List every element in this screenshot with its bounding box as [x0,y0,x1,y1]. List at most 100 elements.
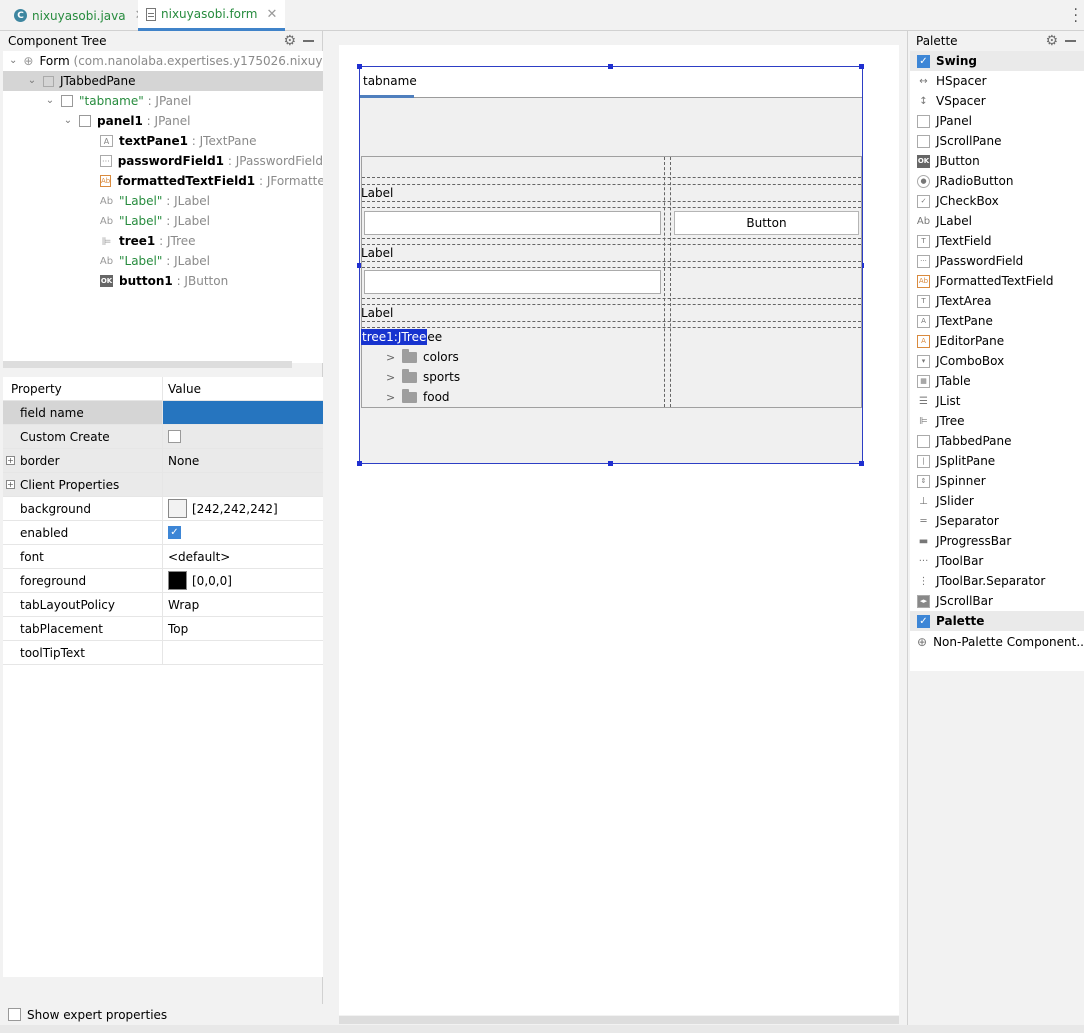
palette-item-jformattedtextfield[interactable]: Ab JFormattedTextField [910,271,1084,291]
show-expert-checkbox[interactable] [8,1008,21,1021]
tree-node-colors[interactable]: > colors [386,348,459,364]
show-expert-toggle[interactable]: Show expert properties [3,1004,323,1025]
chevron-down-icon[interactable]: ⌄ [45,96,55,106]
checkbox-checked-icon[interactable]: ✓ [917,614,930,628]
chevron-right-icon[interactable]: > [386,391,396,404]
property-row-tab-placement[interactable]: tabPlacement Top [3,617,323,641]
palette-item-jpasswordfield[interactable]: ··· JPasswordField [910,251,1084,271]
tree-node-sports[interactable]: > sports [386,368,460,384]
palette-item-jradiobutton[interactable]: ● JRadioButton [910,171,1084,191]
tree-selected-label[interactable]: tree1:JTree [361,329,428,345]
tree-row-label[interactable]: Ab "Label" : JLabel [3,251,323,271]
tree-row-formattedfield[interactable]: Ab formattedTextField1 : JFormattedTex [3,171,323,191]
resize-handle[interactable] [859,461,864,466]
custom-create-checkbox[interactable] [168,430,181,443]
minimize-icon[interactable] [1065,40,1076,42]
gear-icon[interactable]: ⚙ [1045,33,1058,49]
palette-item-jsplitpane[interactable]: | JSplitPane [910,451,1084,471]
field-name-input[interactable] [163,401,323,424]
resize-handle[interactable] [608,64,613,69]
chevron-down-icon[interactable]: ⌄ [27,76,37,86]
palette-item-jtoolbar[interactable]: ··· JToolBar [910,551,1084,571]
expand-icon[interactable]: + [6,456,15,465]
property-value[interactable]: Top [163,617,323,640]
palette-group-swing[interactable]: ✓ Swing [910,51,1084,71]
property-row-field-name[interactable]: field name [3,401,323,425]
palette-group-palette[interactable]: ✓ Palette [910,611,1084,631]
minimize-icon[interactable] [303,40,314,42]
palette-item-jbutton[interactable]: OK JButton [910,151,1084,171]
horizontal-scrollbar[interactable] [3,361,292,368]
property-value[interactable] [163,473,323,496]
palette-item-jtextpane[interactable]: A JTextPane [910,311,1084,331]
resize-handle[interactable] [357,64,362,69]
tree-row-tabbedpane[interactable]: ⌄ JTabbedPane [3,71,323,91]
tree-row-textpane[interactable]: A textPane1 : JTextPane [3,131,323,151]
property-row-background[interactable]: background [242,242,242] [3,497,323,521]
palette-item-vspacer[interactable]: ↕ VSpacer [910,91,1084,111]
enabled-checkbox[interactable]: ✓ [168,526,181,539]
palette-item-jslider[interactable]: ⊥ JSlider [910,491,1084,511]
resize-handle[interactable] [608,461,613,466]
property-row-client-properties[interactable]: + Client Properties [3,473,323,497]
tree-node-food[interactable]: > food [386,388,450,404]
color-swatch[interactable] [168,571,187,590]
palette-item-jscrollpane[interactable]: JScrollPane [910,131,1084,151]
palette-item-jeditorpane[interactable]: A JEditorPane [910,331,1084,351]
property-row-enabled[interactable]: enabled ✓ [3,521,323,545]
form-label[interactable]: Label [361,306,393,320]
tree-row-tree[interactable]: ⊫ tree1 : JTree [3,231,323,251]
chevron-down-icon[interactable]: ⌄ [63,116,73,126]
tree-row-form[interactable]: ⌄ ⊕ Form (com.nanolaba.expertises.y17502… [3,51,323,71]
palette-item-jseparator[interactable]: ═ JSeparator [910,511,1084,531]
chevron-right-icon[interactable]: > [386,351,396,364]
property-row-tab-layout-policy[interactable]: tabLayoutPolicy Wrap [3,593,323,617]
palette-item-hspacer[interactable]: ↔ HSpacer [910,71,1084,91]
property-row-tooltip-text[interactable]: toolTipText [3,641,323,665]
tree-row-tab[interactable]: ⌄ "tabname" : JPanel [3,91,323,111]
palette-item-jpanel[interactable]: JPanel [910,111,1084,131]
resize-handle[interactable] [357,461,362,466]
property-row-font[interactable]: font <default> [3,545,323,569]
palette-item-jtable[interactable]: ▦ JTable [910,371,1084,391]
chevron-right-icon[interactable]: > [386,371,396,384]
expand-icon[interactable]: + [6,480,15,489]
form-label[interactable]: Label [361,246,393,260]
palette-item-jtabbedpane[interactable]: JTabbedPane [910,431,1084,451]
resize-handle[interactable] [859,64,864,69]
button-preview[interactable]: Button [674,211,859,235]
chevron-down-icon[interactable]: ⌄ [9,56,17,66]
palette-item-jlist[interactable]: ☰ JList [910,391,1084,411]
tab-form-file[interactable]: nixuyasobi.form ✕ [138,0,286,31]
property-row-foreground[interactable]: foreground [0,0,0] [3,569,323,593]
form-label[interactable]: Label [361,186,393,200]
palette-item-jspinner[interactable]: ⇕ JSpinner [910,471,1084,491]
tree-row-passwordfield[interactable]: ··· passwordField1 : JPasswordField [3,151,323,171]
property-value[interactable] [163,641,323,664]
palette-item-jprogressbar[interactable]: ▬ JProgressBar [910,531,1084,551]
property-value[interactable]: Wrap [163,593,323,616]
tree-preview-title[interactable]: tree1:JTree ee [361,329,442,345]
palette-item-non-palette[interactable]: ⊕ Non-Palette Component... [910,632,1084,652]
text-field-preview[interactable] [364,270,661,294]
tab-tabname[interactable]: tabname [360,67,417,98]
tree-row-label[interactable]: Ab "Label" : JLabel [3,191,323,211]
checkbox-checked-icon[interactable]: ✓ [917,54,930,68]
tree-row-button[interactable]: OK button1 : JButton [3,271,323,291]
text-field-preview[interactable] [364,211,661,235]
palette-item-jlabel[interactable]: Ab JLabel [910,211,1084,231]
palette-item-jtoolbar-separator[interactable]: ⋮ JToolBar.Separator [910,571,1084,591]
palette-item-jcheckbox[interactable]: ✓ JCheckBox [910,191,1084,211]
palette-item-jtextfield[interactable]: T JTextField [910,231,1084,251]
palette-item-jtextarea[interactable]: T JTextArea [910,291,1084,311]
palette-item-jscrollbar[interactable]: ◂▸ JScrollBar [910,591,1084,611]
tree-row-panel[interactable]: ⌄ panel1 : JPanel [3,111,323,131]
color-swatch[interactable] [168,499,187,518]
palette-item-jcombobox[interactable]: ▾ JComboBox [910,351,1084,371]
property-value[interactable]: None [163,449,323,472]
tab-java-file[interactable]: C nixuyasobi.java ✕ [6,0,154,31]
more-options-icon[interactable]: · · · [1074,3,1078,29]
property-value[interactable]: <default> [163,545,323,568]
canvas-horizontal-scrollbar[interactable] [339,1016,899,1024]
property-row-border[interactable]: + border None [3,449,323,473]
